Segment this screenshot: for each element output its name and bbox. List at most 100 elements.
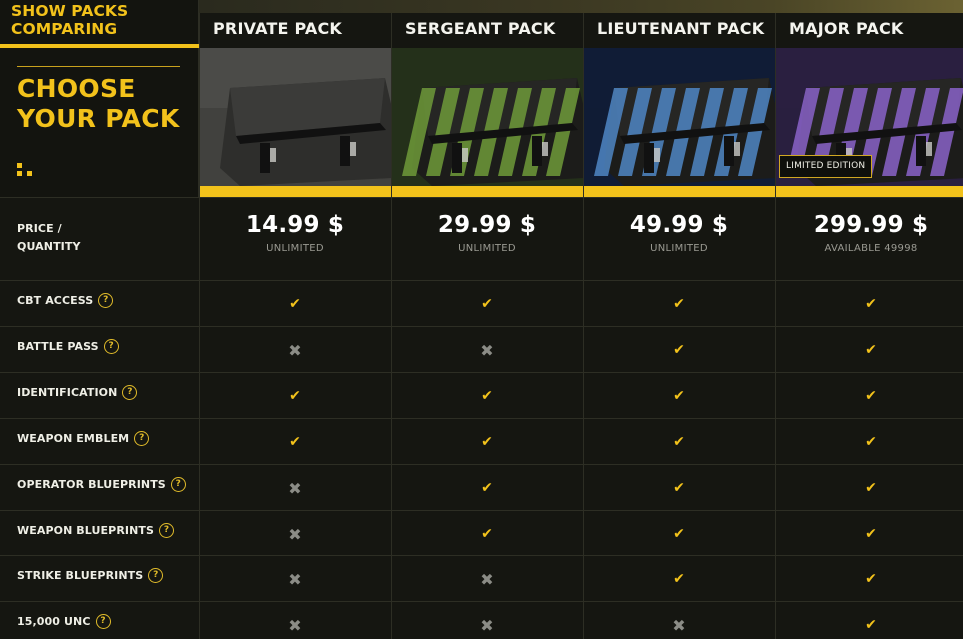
quantity-value: UNLIMITED bbox=[266, 243, 324, 254]
pack-column-header[interactable]: LIEUTENANT PACK bbox=[583, 13, 776, 197]
feature-label-text: CBT ACCESS bbox=[17, 294, 94, 307]
feature-cell: ✔ bbox=[199, 281, 391, 327]
feature-cell: ✔ bbox=[391, 511, 583, 557]
feature-cell: ✔ bbox=[583, 327, 775, 373]
feature-row: CBT ACCESS? ✔ ✔ ✔ ✔ bbox=[0, 280, 963, 326]
cross-icon: ✖ bbox=[288, 524, 302, 544]
check-icon: ✔ bbox=[865, 296, 877, 312]
question-icon[interactable]: ? bbox=[95, 614, 111, 629]
pack-accent-bar bbox=[776, 186, 963, 197]
pack-image[interactable] bbox=[200, 48, 392, 186]
crate-image bbox=[392, 48, 584, 186]
feature-cell: ✔ bbox=[583, 419, 775, 465]
cross-icon: ✖ bbox=[288, 569, 302, 589]
pack-image[interactable] bbox=[584, 48, 776, 186]
header-accent-bar bbox=[0, 44, 199, 48]
pack-accent-bar bbox=[200, 186, 392, 197]
price-cell: 29.99 $ UNLIMITED bbox=[391, 211, 583, 254]
feature-cell: ✔ bbox=[391, 281, 583, 327]
feature-label: WEAPON BLUEPRINTS? bbox=[17, 523, 175, 538]
feature-cell: ✔ bbox=[775, 556, 963, 602]
feature-label: IDENTIFICATION? bbox=[17, 385, 138, 400]
feature-label: CBT ACCESS? bbox=[17, 293, 114, 308]
feature-cell: ✔ bbox=[775, 465, 963, 511]
feature-cell: ✖ bbox=[199, 602, 391, 639]
question-icon[interactable]: ? bbox=[98, 293, 114, 308]
feature-cell: ✔ bbox=[583, 281, 775, 327]
check-icon: ✔ bbox=[865, 617, 877, 633]
feature-cell: ✔ bbox=[775, 373, 963, 419]
pack-column-header[interactable]: MAJOR PACK LIMITED EDITION bbox=[775, 13, 963, 197]
feature-cell: ✔ bbox=[775, 602, 963, 639]
price-cell: 14.99 $ UNLIMITED bbox=[199, 211, 391, 254]
feature-cell: ✖ bbox=[583, 602, 775, 639]
price-cell: 299.99 $ AVAILABLE 49998 bbox=[775, 211, 963, 254]
dots-icon bbox=[17, 163, 37, 181]
show-packs-comparing-toggle[interactable]: SHOW PACKS COMPARING bbox=[11, 2, 128, 38]
feature-row: WEAPON EMBLEM? ✔ ✔ ✔ ✔ bbox=[0, 418, 963, 464]
left-header: SHOW PACKS COMPARING CHOOSE YOUR PACK bbox=[0, 0, 199, 197]
check-icon: ✔ bbox=[673, 526, 685, 542]
check-icon: ✔ bbox=[865, 388, 877, 404]
check-icon: ✔ bbox=[865, 342, 877, 358]
feature-label-text: BATTLE PASS bbox=[17, 340, 99, 353]
check-icon: ✔ bbox=[289, 388, 301, 404]
cross-icon: ✖ bbox=[288, 340, 302, 360]
crate-image bbox=[200, 48, 392, 186]
check-icon: ✔ bbox=[673, 571, 685, 587]
crate-image bbox=[584, 48, 776, 186]
feature-cell: ✔ bbox=[775, 511, 963, 557]
feature-row: BATTLE PASS? ✖ ✖ ✔ ✔ bbox=[0, 326, 963, 372]
feature-label: OPERATOR BLUEPRINTS? bbox=[17, 477, 186, 492]
price-value: 29.99 $ bbox=[437, 212, 537, 238]
question-icon[interactable]: ? bbox=[134, 431, 150, 446]
limited-edition-badge: LIMITED EDITION bbox=[779, 155, 873, 178]
pack-accent-bar bbox=[584, 186, 776, 197]
cross-icon: ✖ bbox=[480, 569, 494, 589]
pack-column-header[interactable]: SERGEANT PACK bbox=[391, 13, 584, 197]
pack-image[interactable]: LIMITED EDITION bbox=[776, 48, 963, 186]
feature-label-text: OPERATOR BLUEPRINTS bbox=[17, 478, 166, 491]
feature-label: WEAPON EMBLEM? bbox=[17, 431, 150, 446]
check-icon: ✔ bbox=[865, 480, 877, 496]
quantity-value: AVAILABLE 49998 bbox=[824, 243, 918, 254]
check-icon: ✔ bbox=[481, 296, 493, 312]
question-icon[interactable]: ? bbox=[159, 523, 175, 538]
price-cell: 49.99 $ UNLIMITED bbox=[583, 211, 775, 254]
check-icon: ✔ bbox=[289, 296, 301, 312]
check-icon: ✔ bbox=[481, 388, 493, 404]
feature-label-text: WEAPON BLUEPRINTS bbox=[17, 524, 155, 537]
question-icon[interactable]: ? bbox=[103, 339, 119, 354]
divider bbox=[17, 66, 180, 67]
pack-comparison-page: SHOW PACKS COMPARING CHOOSE YOUR PACK PR… bbox=[0, 0, 963, 639]
feature-label: 15,000 UNC? bbox=[17, 614, 111, 629]
price-value: 49.99 $ bbox=[629, 212, 729, 238]
feature-cell: ✔ bbox=[391, 419, 583, 465]
feature-label-text: IDENTIFICATION bbox=[17, 386, 118, 399]
price-value: 299.99 $ bbox=[813, 212, 929, 238]
feature-label-text: WEAPON EMBLEM bbox=[17, 432, 130, 445]
feature-cell: ✔ bbox=[775, 419, 963, 465]
feature-cell: ✔ bbox=[583, 465, 775, 511]
feature-cell: ✔ bbox=[583, 373, 775, 419]
cross-icon: ✖ bbox=[288, 478, 302, 498]
pack-title: SERGEANT PACK bbox=[405, 19, 556, 38]
pack-image[interactable] bbox=[392, 48, 584, 186]
feature-cell: ✔ bbox=[199, 419, 391, 465]
feature-cell: ✔ bbox=[775, 327, 963, 373]
header-backdrop bbox=[199, 0, 963, 13]
show-packs-line2: COMPARING bbox=[11, 20, 118, 38]
feature-cell: ✔ bbox=[775, 281, 963, 327]
question-icon[interactable]: ? bbox=[122, 385, 138, 400]
question-icon[interactable]: ? bbox=[148, 568, 164, 583]
check-icon: ✔ bbox=[673, 296, 685, 312]
check-icon: ✔ bbox=[673, 388, 685, 404]
feature-cell: ✔ bbox=[583, 511, 775, 557]
check-icon: ✔ bbox=[289, 434, 301, 450]
feature-label: BATTLE PASS? bbox=[17, 339, 119, 354]
quantity-value: UNLIMITED bbox=[650, 243, 708, 254]
question-icon[interactable]: ? bbox=[170, 477, 186, 492]
check-icon: ✔ bbox=[673, 342, 685, 358]
pack-column-header[interactable]: PRIVATE PACK bbox=[199, 13, 392, 197]
feature-label: STRIKE BLUEPRINTS? bbox=[17, 568, 164, 583]
